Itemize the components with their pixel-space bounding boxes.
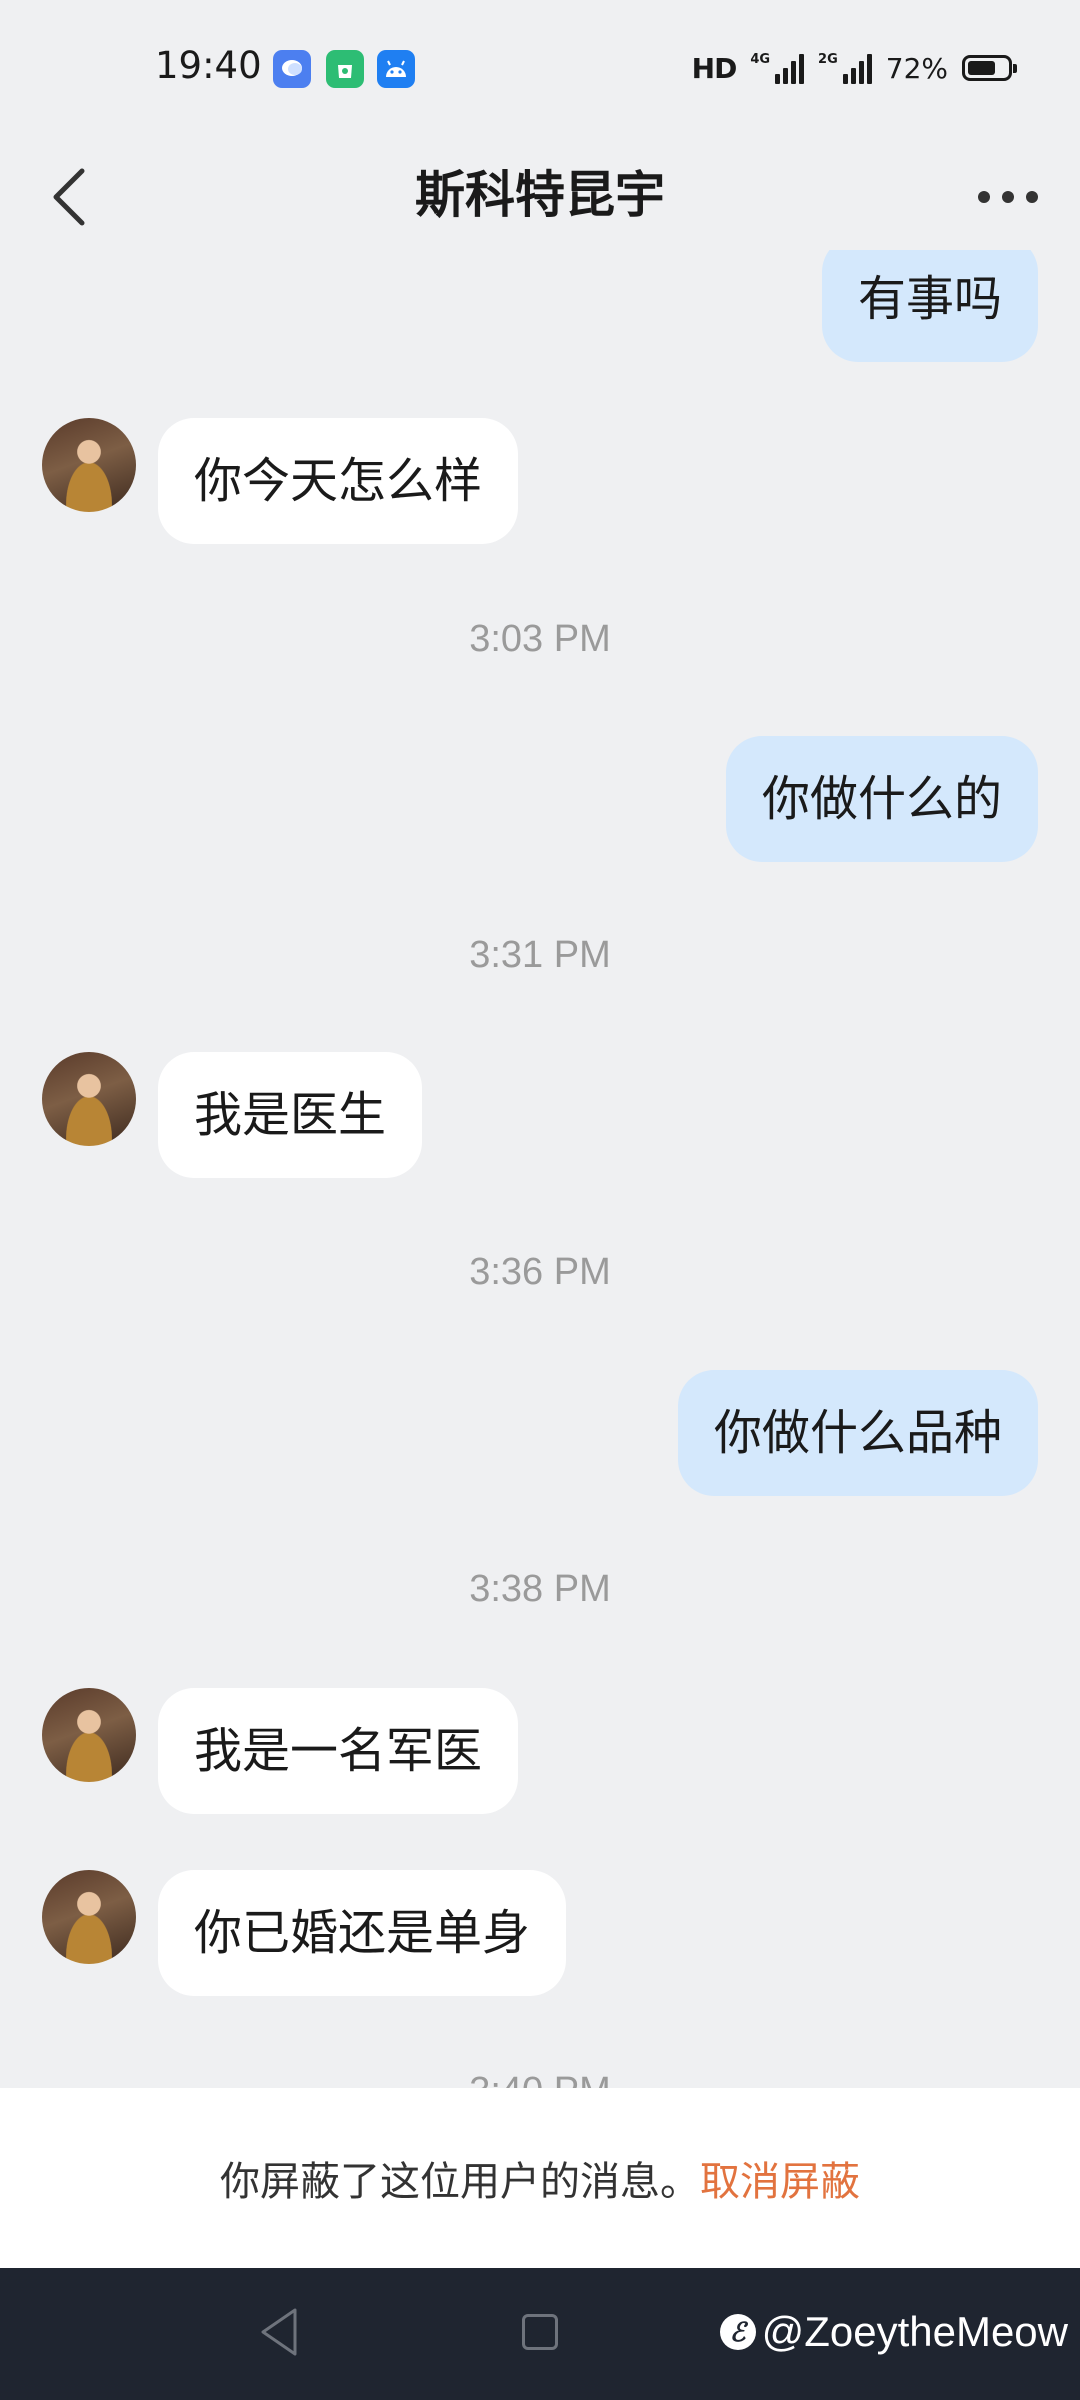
triangle-back-icon[interactable] xyxy=(257,2306,301,2362)
signal-icon: 4G xyxy=(750,52,805,84)
status-time: 19:40 xyxy=(155,44,262,87)
message-list[interactable]: 有事吗 你今天怎么样 3:03 PM 你做什么的 3:31 PM 我是医生 3:… xyxy=(0,250,1080,2088)
incoming-message[interactable]: 我是医生 xyxy=(158,1052,423,1178)
outgoing-message[interactable]: 有事吗 xyxy=(821,250,1038,362)
blocked-notice-text: 你屏蔽了这位用户的消息。 xyxy=(220,2159,700,2205)
android-app-icon xyxy=(377,50,415,88)
signal-icon-2: 2G xyxy=(818,52,872,84)
incoming-message[interactable]: 你今天怎么样 xyxy=(158,418,519,544)
contact-name-title: 斯科特昆宇 xyxy=(415,166,665,224)
battery-percentage: 72% xyxy=(885,51,948,85)
square-home-icon[interactable] xyxy=(522,2314,558,2350)
message-timestamp: 3:31 PM xyxy=(469,934,611,976)
incoming-message[interactable]: 我是一名军医 xyxy=(158,1688,519,1814)
message-timestamp: 3:38 PM xyxy=(469,1568,611,1610)
system-nav-bar: ℰ @ZoeytheMeow xyxy=(0,2268,1080,2400)
status-bar: 19:40 HD 4G 2G 72% xyxy=(0,0,1080,140)
status-indicators: HD 4G 2G 72% xyxy=(691,48,1017,88)
more-dots-icon xyxy=(978,191,990,203)
battery-icon xyxy=(962,55,1017,81)
outgoing-message[interactable]: 你做什么品种 xyxy=(677,1370,1038,1496)
contact-avatar[interactable] xyxy=(42,1870,136,1964)
messaging-app-icon xyxy=(273,50,311,88)
outgoing-message[interactable]: 你做什么的 xyxy=(725,736,1038,862)
more-options-button[interactable] xyxy=(958,162,1058,232)
message-timestamp: 3:40 PM xyxy=(0,2070,1080,2088)
market-app-icon xyxy=(326,50,364,88)
watermark-text: @ZoeytheMeow xyxy=(761,2308,1068,2355)
watermark: ℰ @ZoeytheMeow xyxy=(719,2308,1068,2356)
contact-avatar[interactable] xyxy=(42,1052,136,1146)
message-timestamp: 3:03 PM xyxy=(469,618,611,660)
network-type-2: 2G xyxy=(818,52,838,67)
hd-indicator: HD xyxy=(691,51,738,85)
unblock-button[interactable]: 取消屏蔽 xyxy=(700,2149,860,2207)
chat-header: 斯科特昆宇 xyxy=(0,140,1080,250)
message-timestamp: 3:36 PM xyxy=(469,1251,611,1293)
contact-avatar[interactable] xyxy=(42,418,136,512)
contact-avatar[interactable] xyxy=(42,1688,136,1782)
incoming-message[interactable]: 你已婚还是单身 xyxy=(158,1870,567,1996)
weibo-logo-icon: ℰ xyxy=(719,2314,756,2350)
network-type-1: 4G xyxy=(750,52,771,67)
blocked-notice: 你屏蔽了这位用户的消息。 取消屏蔽 xyxy=(0,2088,1080,2268)
